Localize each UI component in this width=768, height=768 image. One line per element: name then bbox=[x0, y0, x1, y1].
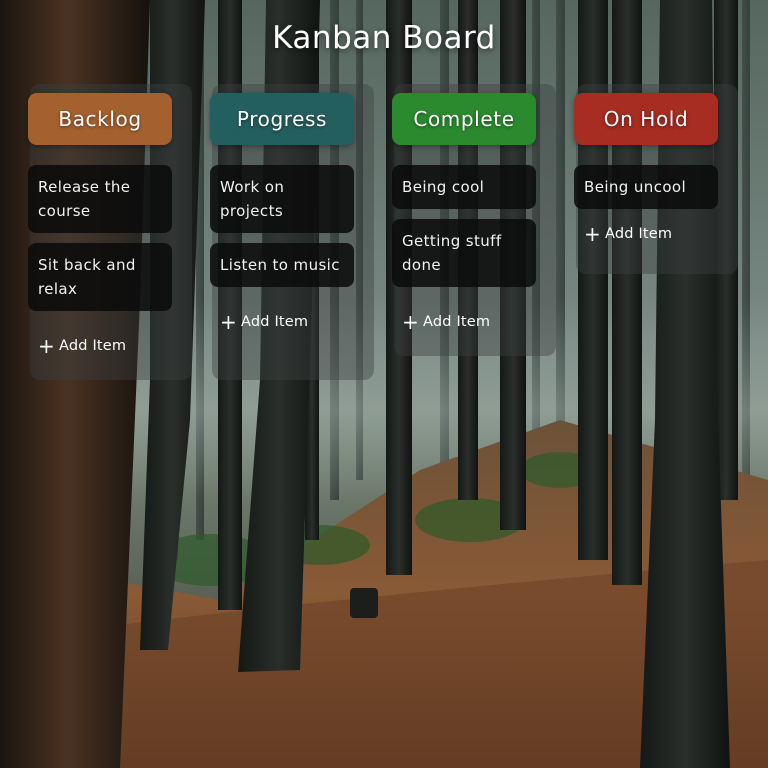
card-item[interactable]: Work on projects bbox=[210, 165, 354, 233]
add-item-button-on-hold[interactable]: + Add Item bbox=[574, 222, 718, 246]
card-list-on-hold: Being uncool + Add Item bbox=[574, 165, 718, 246]
add-item-label: Add Item bbox=[240, 314, 309, 330]
column-header-complete: Complete bbox=[392, 93, 536, 145]
card-list-progress: Work on projects Listen to music + Add I… bbox=[210, 165, 354, 334]
column-header-progress: Progress bbox=[210, 93, 354, 145]
plus-icon: + bbox=[220, 310, 237, 334]
card-item[interactable]: Being cool bbox=[392, 165, 536, 209]
add-item-label: Add Item bbox=[604, 226, 673, 242]
card-list-complete: Being cool Getting stuff done + Add Item bbox=[392, 165, 536, 334]
column-progress: Progress Work on projects Listen to musi… bbox=[210, 84, 374, 380]
card-item[interactable]: Sit back and relax bbox=[28, 243, 172, 311]
add-item-button-progress[interactable]: + Add Item bbox=[210, 310, 354, 334]
plus-icon: + bbox=[402, 310, 419, 334]
column-header-backlog: Backlog bbox=[28, 93, 172, 145]
add-item-label: Add Item bbox=[422, 314, 491, 330]
card-list-backlog: Release the course Sit back and relax + … bbox=[28, 165, 172, 358]
card-item[interactable]: Getting stuff done bbox=[392, 219, 536, 287]
kanban-board: Backlog Release the course Sit back and … bbox=[0, 0, 768, 768]
card-item[interactable]: Being uncool bbox=[574, 165, 718, 209]
card-item[interactable]: Release the course bbox=[28, 165, 172, 233]
column-on-hold: On Hold Being uncool + Add Item bbox=[574, 84, 738, 274]
column-backlog: Backlog Release the course Sit back and … bbox=[28, 84, 192, 380]
add-item-button-backlog[interactable]: + Add Item bbox=[28, 334, 172, 358]
add-item-label: Add Item bbox=[58, 338, 127, 354]
column-complete: Complete Being cool Getting stuff done +… bbox=[392, 84, 556, 356]
card-item[interactable]: Listen to music bbox=[210, 243, 354, 287]
plus-icon: + bbox=[38, 334, 55, 358]
add-item-button-complete[interactable]: + Add Item bbox=[392, 310, 536, 334]
column-header-on-hold: On Hold bbox=[574, 93, 718, 145]
plus-icon: + bbox=[584, 222, 601, 246]
